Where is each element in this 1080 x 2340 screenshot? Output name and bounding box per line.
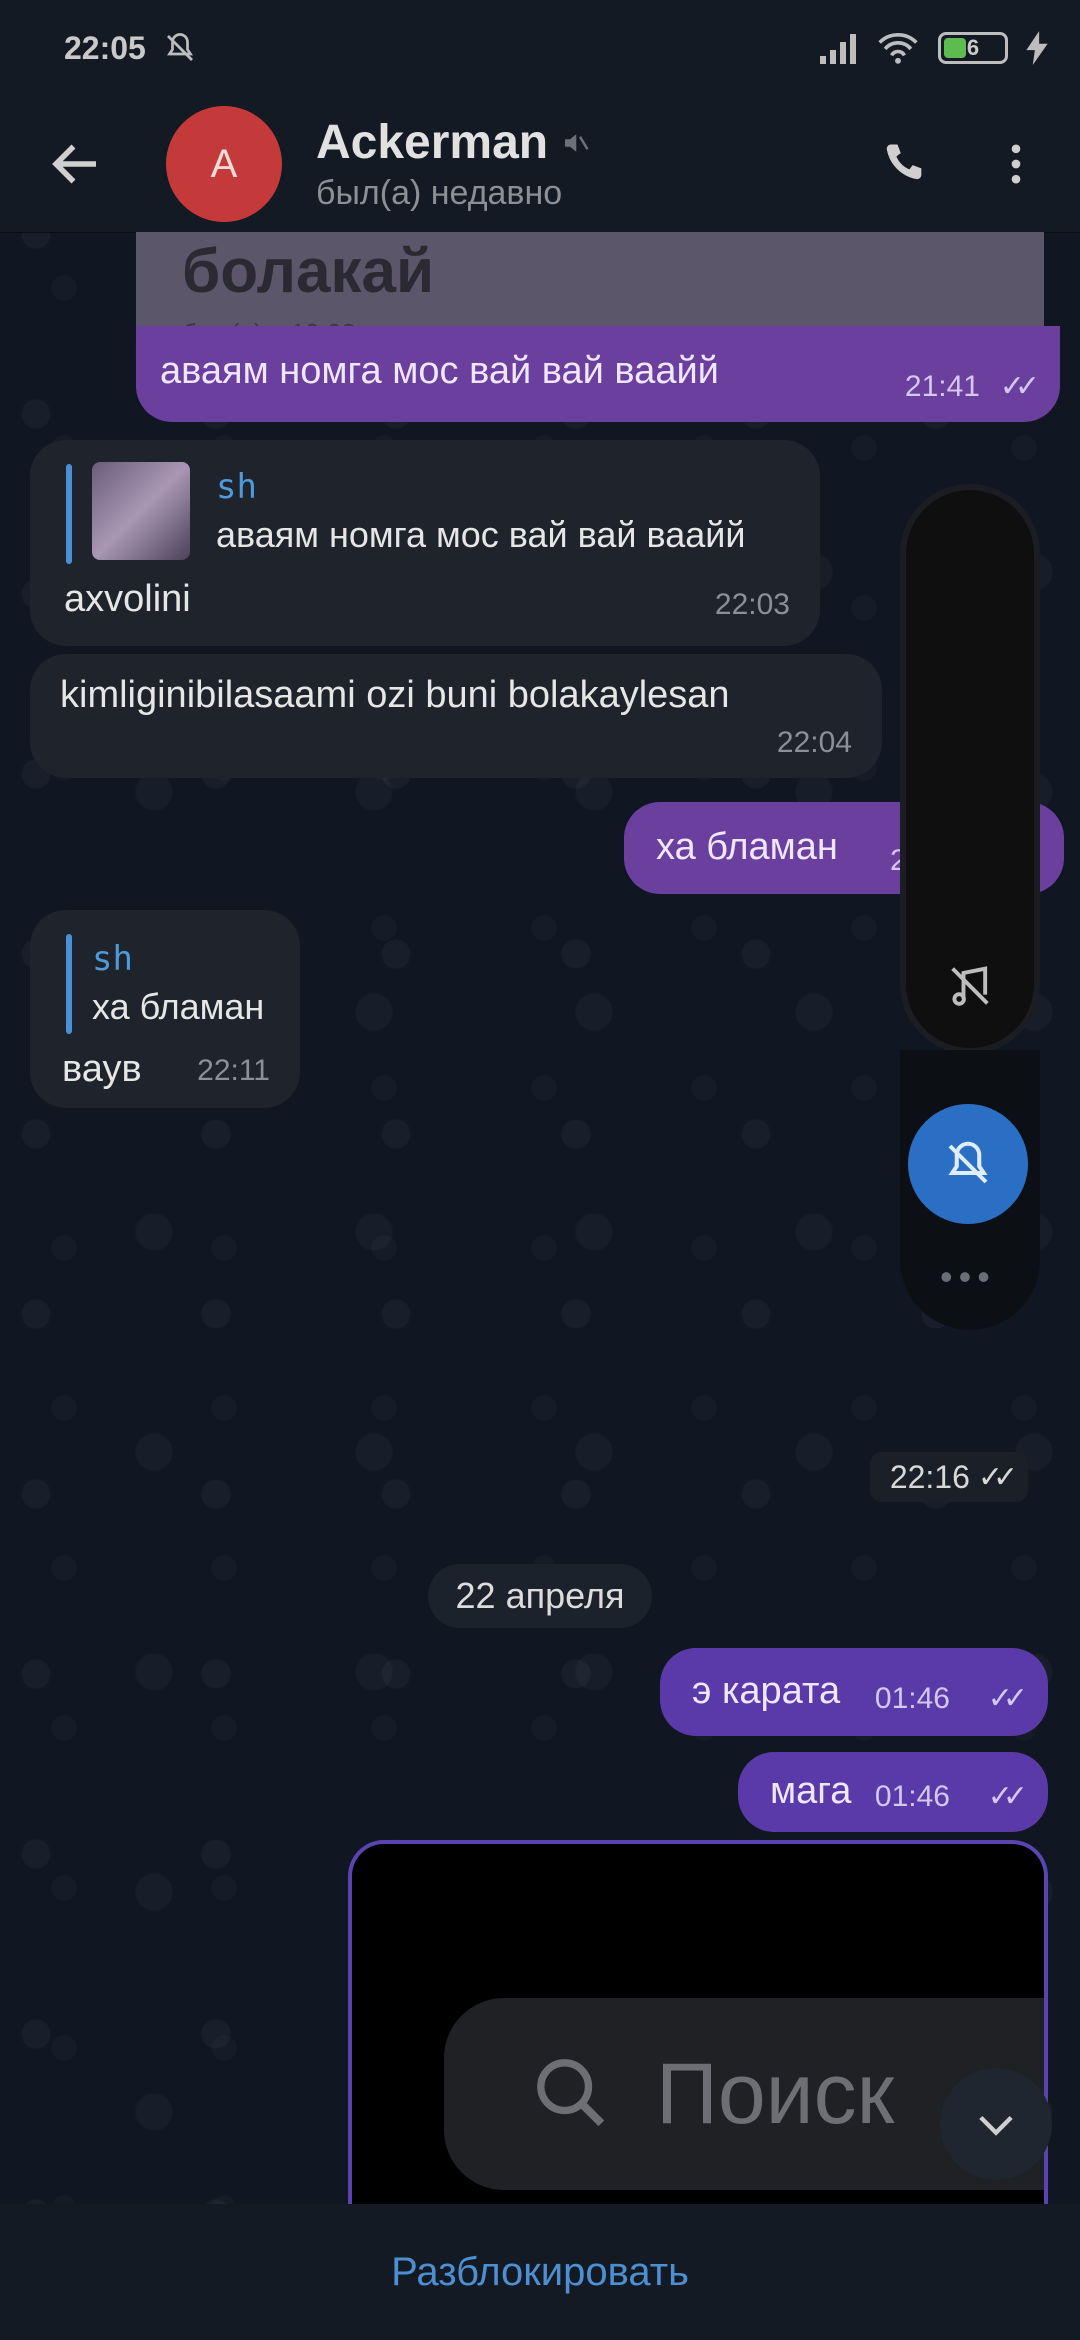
image-search-text: Поиск [656, 2045, 895, 2142]
notifications-off-icon [948, 1141, 988, 1184]
back-arrow-icon[interactable] [46, 134, 106, 194]
message-text: kimliginibilasaami ozi buni bolakaylesan [60, 674, 730, 716]
message-text: аваям номга мос вай вай ваайй [160, 350, 719, 392]
message-outgoing[interactable]: э карата 01:46 ✓✓ [660, 1648, 1048, 1736]
read-checks-icon: ✓✓ [987, 1682, 1028, 1715]
avatar[interactable]: A [166, 106, 282, 222]
message-incoming[interactable]: sh аваям номга мос вай вай ваайй axvolin… [30, 440, 820, 646]
message-time: 22:04 [776, 726, 852, 759]
reply-author: sh [92, 939, 133, 979]
chat-header: A Ackerman был(а) недавно [0, 96, 1080, 233]
reply-author: sh [216, 467, 257, 507]
music-off-icon [951, 966, 989, 1006]
message-outgoing[interactable]: аваям номга мос вай вай ваайй 21:41 ✓✓ [136, 326, 1060, 422]
notifications-off-icon [166, 33, 193, 61]
message-time: 01:46 [874, 1682, 950, 1715]
phone-icon[interactable] [878, 138, 930, 190]
wifi-icon [878, 32, 918, 64]
search-icon [537, 2059, 605, 2127]
status-bar: 22:05 6 [0, 0, 1080, 96]
unblock-bar: Разблокировать [0, 2204, 1080, 2340]
chevron-down-icon [979, 2115, 1013, 2136]
reply-bar [66, 464, 72, 564]
message-text: axvolini [64, 578, 191, 620]
reply-bar [66, 934, 72, 1034]
message-outgoing[interactable]: мага 01:46 ✓✓ [738, 1752, 1048, 1832]
volume-slider-panel[interactable] [900, 484, 1040, 1054]
reply-text: ха бламан [92, 986, 265, 1027]
read-checks-icon: ✓✓ [977, 1460, 1018, 1494]
scroll-to-bottom-button[interactable] [940, 2068, 1052, 2180]
message-text: э карата [692, 1670, 841, 1712]
ringer-mute-button[interactable] [908, 1104, 1028, 1224]
muted-speaker-icon [565, 133, 589, 152]
signal-icon [820, 34, 856, 64]
message-time: 21:41 [904, 370, 980, 403]
message-time: 22:11 [197, 1054, 270, 1087]
shared-image[interactable]: болакай был(а) в 19:03 [136, 232, 1044, 332]
message-text: мага [770, 1770, 852, 1812]
image-text: болакай [182, 237, 435, 306]
message-incoming[interactable]: kimliginibilasaami ozi buni bolakaylesan… [30, 654, 882, 778]
message-time: 22:03 [714, 588, 790, 621]
reply-thumbnail [92, 462, 190, 560]
chat-title-block[interactable]: Ackerman был(а) недавно [316, 115, 590, 213]
reply-text: аваям номга мос вай вай ваайй [216, 514, 746, 555]
battery-icon: 6 [938, 32, 1008, 64]
message-time: 01:46 [874, 1780, 950, 1813]
more-options-icon[interactable] [990, 138, 1042, 190]
message-text: ха бламан [656, 826, 838, 868]
unblock-button[interactable]: Разблокировать [391, 2250, 689, 2295]
volume-more-icon[interactable]: ••• [940, 1256, 996, 1298]
status-time: 22:05 [64, 29, 146, 66]
message-text: ваув [62, 1048, 142, 1090]
video-message-time: 22:16 ✓✓ [870, 1452, 1028, 1502]
date-separator: 22 апреля [428, 1564, 652, 1628]
message-incoming[interactable]: sh ха бламан ваув 22:11 [30, 910, 300, 1108]
contact-status: был(а) недавно [316, 174, 563, 212]
read-checks-icon: ✓✓ [999, 370, 1040, 403]
charging-icon [1026, 31, 1048, 65]
contact-name: Ackerman [316, 116, 549, 169]
read-checks-icon: ✓✓ [987, 1780, 1028, 1813]
